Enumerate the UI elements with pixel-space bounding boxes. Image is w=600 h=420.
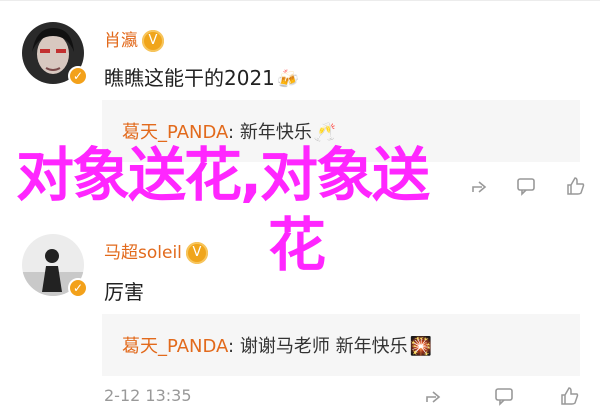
comment-body: 厉害 — [104, 280, 144, 304]
comment-body: 瞧瞧这能干的2021 — [104, 66, 275, 90]
top-divider — [0, 0, 600, 1]
share-icon[interactable] — [424, 386, 444, 411]
reply-box[interactable]: 葛天_PANDA: 新年快乐 🥂 — [102, 100, 580, 162]
comment-username[interactable]: 肖瀛 V — [104, 26, 164, 52]
reply-separator: : — [228, 122, 235, 143]
comment-text: 厉害 — [104, 276, 144, 305]
share-icon[interactable] — [470, 176, 490, 201]
avatar[interactable]: ✓ — [22, 22, 88, 86]
vip-badge-icon: V — [142, 30, 164, 52]
reply-line: 葛天_PANDA: 新年快乐 🥂 — [122, 118, 336, 144]
reply-line: 葛天_PANDA: 谢谢马老师 新年快乐 🎇 — [122, 332, 432, 358]
overlay-line-2: 花 — [268, 211, 326, 279]
vip-badge-icon: V — [185, 242, 208, 264]
reply-text: 新年快乐 — [239, 122, 312, 143]
like-icon[interactable] — [560, 386, 580, 411]
verified-icon: ✓ — [68, 66, 88, 86]
comment-timestamp: 2-12 13:35 — [104, 386, 192, 405]
comment-username[interactable]: 马超soleil V — [104, 238, 208, 264]
comment-icon[interactable] — [494, 386, 514, 411]
cheers-emoji-icon: 🥂 — [313, 122, 337, 143]
username-text[interactable]: 马超soleil — [104, 243, 182, 263]
like-icon[interactable] — [566, 176, 586, 201]
avatar[interactable]: ✓ — [22, 234, 88, 298]
reply-separator: : — [228, 336, 235, 357]
reply-text: 谢谢马老师 新年快乐 — [239, 336, 408, 357]
username-text[interactable]: 肖瀛 — [104, 31, 138, 51]
overlay-caption: 对象送花,对象送 花 — [0, 140, 600, 290]
comment-text: 瞧瞧这能干的2021 🍻 — [104, 62, 299, 91]
beer-emoji-icon: 🍻 — [276, 69, 300, 90]
sparkler-emoji-icon: 🎇 — [409, 336, 432, 357]
reply-author[interactable]: 葛天_PANDA — [122, 336, 228, 357]
comment-icon[interactable] — [516, 176, 536, 201]
verified-icon: ✓ — [68, 278, 88, 298]
reply-author[interactable]: 葛天_PANDA — [122, 122, 228, 143]
reply-box[interactable]: 葛天_PANDA: 谢谢马老师 新年快乐 🎇 — [102, 314, 580, 376]
